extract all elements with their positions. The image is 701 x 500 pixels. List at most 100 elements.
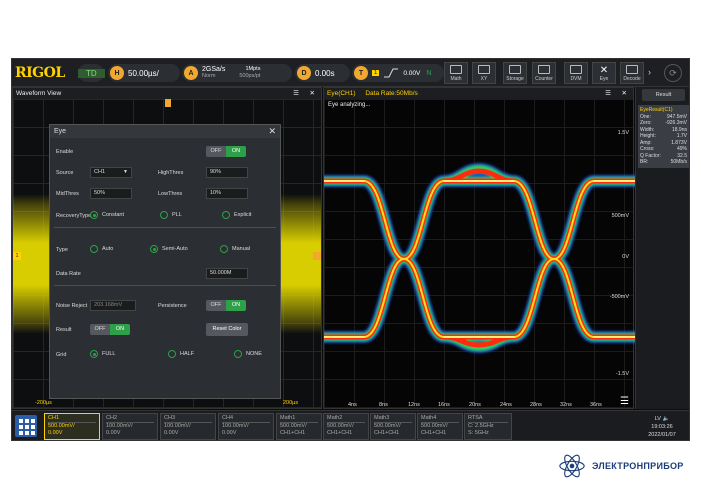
type-semi-auto-radio[interactable]: Semi-Auto <box>150 245 188 253</box>
dvm-tool-button[interactable]: DVM <box>564 62 588 84</box>
radio-icon <box>220 245 228 253</box>
highthres-label: HighThres <box>158 170 184 176</box>
menu-icon[interactable]: ☰ <box>293 88 299 99</box>
divider <box>54 285 276 286</box>
mode-td-button[interactable]: TD <box>78 64 105 82</box>
persistence-toggle[interactable]: OFF ON <box>206 300 246 311</box>
list-icon[interactable]: ☰ <box>620 396 629 407</box>
x-label: 32ns <box>560 402 572 408</box>
recovery-type-label: RecoveryType <box>56 213 92 219</box>
channel-ch3[interactable]: CH3 100.00mV/0.00V <box>160 413 216 440</box>
result-label: Result <box>56 327 72 333</box>
trigger-source: 1 <box>372 70 380 76</box>
result-row: BR: 50Mb/s <box>640 159 687 165</box>
x-label: 20ns <box>469 402 481 408</box>
math-icon <box>450 65 462 74</box>
data-rate-input[interactable]: 50.000M <box>206 268 248 279</box>
result-toggle[interactable]: OFF ON <box>90 324 130 335</box>
main-menu-button[interactable] <box>15 415 37 437</box>
oscilloscope-screen: RIGOL TD H 50.00µs/ A 2GSa/s Norm 1Mpts … <box>11 58 690 441</box>
radio-selected-icon <box>90 350 98 358</box>
speaker-icon[interactable]: 🔈 <box>663 416 670 422</box>
type-auto-radio[interactable]: Auto <box>90 245 113 253</box>
y-label-500mv: 500mV <box>611 213 629 219</box>
grid-half-radio[interactable]: HALF <box>168 350 194 358</box>
x-label: 4ns <box>348 402 357 408</box>
lv-badge: LV <box>654 416 661 422</box>
recovery-constant-radio[interactable]: Constant <box>90 211 124 219</box>
noise-reject-label: Noise Reject <box>56 303 88 309</box>
type-manual-radio[interactable]: Manual <box>220 245 250 253</box>
channel-math1[interactable]: Math1 500.00mV/CH1+CH1 <box>276 413 322 440</box>
timebase-value: 50.00µs/ <box>128 68 159 78</box>
brand-logo: ЭЛЕКТРОНПРИБОР <box>558 452 684 480</box>
result-sidebar: Result EyeResult(C1) One: 947.5mV Zero: -9… <box>635 87 689 409</box>
horizontal-icon: H <box>110 66 124 80</box>
recovery-explicit-radio[interactable]: Explicit <box>222 211 251 219</box>
radio-icon <box>234 350 242 358</box>
delay-button[interactable]: D 0.00s <box>295 64 350 82</box>
xy-tool-button[interactable]: XY <box>472 62 496 84</box>
eye-tool-button[interactable]: ✕ Eye <box>592 62 616 84</box>
grid-menu-icon <box>15 415 37 439</box>
acq-mode: Norm <box>202 73 216 79</box>
enable-toggle[interactable]: OFF ON <box>206 146 246 157</box>
x-label: 12ns <box>408 402 420 408</box>
rigol-logo: RIGOL <box>15 65 65 81</box>
persistence-label: Persistence <box>158 303 187 309</box>
menu-icon[interactable]: ☰ <box>605 88 611 99</box>
midthres-input[interactable]: 50% <box>90 188 132 199</box>
channel-math2[interactable]: Math2 500.00mV/CH1+CH1 <box>323 413 369 440</box>
channel-math3[interactable]: Math3 500.00mV/CH1+CH1 <box>370 413 416 440</box>
brand-name: ЭЛЕКТРОНПРИБОР <box>592 461 684 471</box>
close-icon[interactable]: ✕ <box>268 125 276 138</box>
counter-tool-button[interactable]: Counter <box>532 62 556 84</box>
radio-selected-icon <box>90 211 98 219</box>
channel-rtsa[interactable]: RTSA C: 2.5GHz S: 5GHz <box>464 413 512 440</box>
sample-rate: 2GSa/s <box>202 66 226 73</box>
eye-result-box: EyeResult(C1) One: 947.5mV Zero: -926.3mV … <box>638 105 689 168</box>
y-label-minus-500mv: -500mV <box>609 294 629 300</box>
result-header-button[interactable]: Result <box>642 89 685 101</box>
eye-panel: Eye(CH1) Data Rate:50Mb/s ☰ ✕ Eye analyz… <box>323 87 635 409</box>
channel-ch2[interactable]: CH2 100.00mV/0.00V <box>102 413 158 440</box>
xy-icon <box>478 65 490 74</box>
atom-logo-icon <box>559 454 585 478</box>
eye-datarate: Data Rate:50Mb/s <box>365 90 418 97</box>
trigger-icon: T <box>354 66 368 80</box>
storage-tool-button[interactable]: Storage <box>503 62 527 84</box>
storage-icon <box>509 65 521 74</box>
acquire-button[interactable]: A 2GSa/s Norm 1Mpts 500ps/pt <box>182 64 292 82</box>
lowthres-input[interactable]: 10% <box>206 188 248 199</box>
reset-color-button[interactable]: Reset Color <box>206 323 248 336</box>
horizontal-button[interactable]: H 50.00µs/ <box>108 64 180 82</box>
trigger-level: 0.00V <box>403 69 421 77</box>
source-select[interactable]: CH1 ▼ <box>90 167 132 178</box>
refresh-icon[interactable]: ⟳ <box>664 64 682 82</box>
trigger-level-marker[interactable] <box>313 252 321 260</box>
decode-tool-button[interactable]: Decode <box>620 62 644 84</box>
channel-math4[interactable]: Math4 500.00mV/CH1+CH1 <box>417 413 463 440</box>
math-tool-button[interactable]: Math <box>444 62 468 84</box>
channel-ch4[interactable]: CH4 100.00mV/0.00V <box>218 413 274 440</box>
grid-full-radio[interactable]: FULL <box>90 350 115 358</box>
eye-pattern <box>324 162 635 354</box>
noise-reject-input[interactable]: 203.168mV <box>90 300 136 311</box>
ch1-marker[interactable]: 1 <box>13 252 21 260</box>
dialog-title: Eye <box>54 128 67 135</box>
radio-icon <box>160 211 168 219</box>
trigger-status: N <box>426 69 432 77</box>
close-icon[interactable]: ✕ <box>310 88 315 99</box>
grid-none-radio[interactable]: NONE <box>234 350 262 358</box>
recovery-pll-radio[interactable]: PLL <box>160 211 182 219</box>
lowthres-label: LowThres <box>158 191 183 197</box>
channel-ch1[interactable]: CH1 500.00mV/0.00V <box>44 413 100 440</box>
chevron-right-icon[interactable]: › <box>648 67 651 77</box>
trigger-button[interactable]: T 1 0.00V N <box>352 64 444 82</box>
highthres-input[interactable]: 90% <box>206 167 248 178</box>
x-label: 28ns <box>530 402 542 408</box>
mem-rate: 500ps/pt <box>239 73 261 79</box>
x-label: 36ns <box>590 402 602 408</box>
close-icon[interactable]: ✕ <box>622 88 627 99</box>
trigger-position-marker[interactable] <box>165 99 171 107</box>
